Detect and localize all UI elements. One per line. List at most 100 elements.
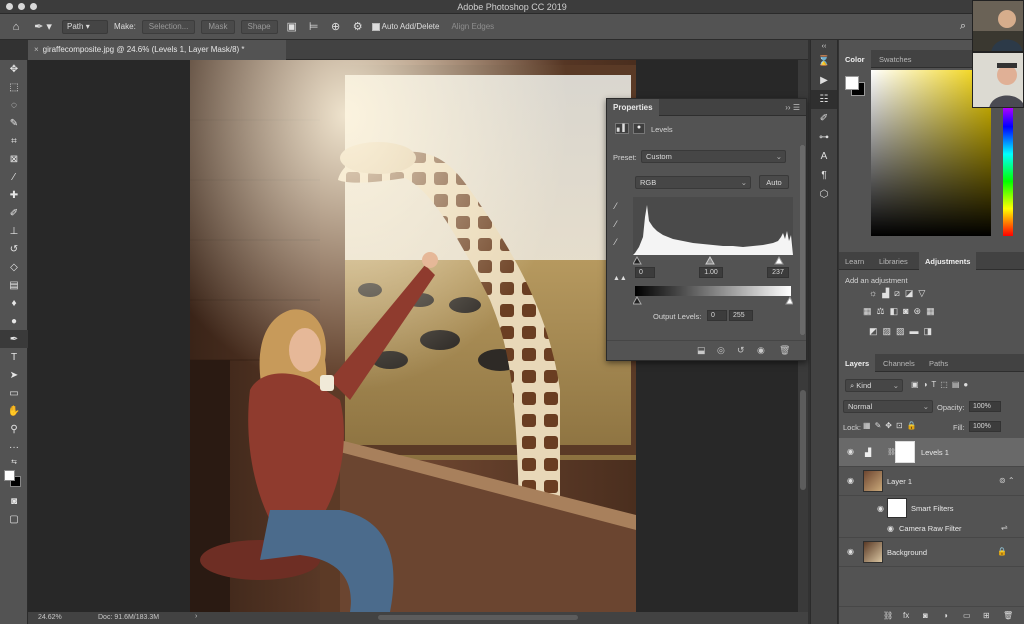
hand-tool-icon[interactable]: ✋ bbox=[0, 402, 28, 420]
link-layers-icon[interactable]: ⛓ bbox=[883, 611, 893, 620]
shape-button[interactable]: Shape bbox=[240, 19, 278, 34]
properties-scroll-thumb[interactable] bbox=[800, 145, 805, 335]
smart-filter-mask-thumbnail[interactable] bbox=[887, 498, 907, 518]
vertical-scroll-thumb[interactable] bbox=[800, 390, 806, 490]
vibrance-icon[interactable]: ▽ bbox=[918, 288, 930, 298]
layer-row-smart-filters[interactable]: ◉ Smart Filters bbox=[839, 496, 1024, 520]
lasso-tool-icon[interactable]: ◌ bbox=[0, 96, 28, 114]
close-icon[interactable]: × bbox=[34, 45, 39, 54]
pen-tool-icon[interactable]: ✒ bbox=[0, 330, 28, 348]
layer-thumbnail[interactable] bbox=[863, 541, 883, 563]
frame-tool-icon[interactable]: ⊠ bbox=[0, 150, 28, 168]
history-icon[interactable]: ⌛ bbox=[811, 52, 837, 71]
healing-brush-tool-icon[interactable]: ✚ bbox=[0, 186, 28, 204]
quick-selection-tool-icon[interactable]: ✎ bbox=[0, 114, 28, 132]
swap-colors-icon[interactable]: ⇆ bbox=[0, 456, 28, 468]
new-group-icon[interactable]: ▭ bbox=[963, 611, 971, 620]
path-alignment-icon[interactable]: ⊨ bbox=[306, 20, 322, 33]
foreground-color-swatch[interactable] bbox=[4, 470, 15, 481]
tab-learn[interactable]: Learn bbox=[839, 252, 870, 270]
channel-select[interactable]: RGB ⌄ bbox=[635, 176, 751, 189]
clone-stamp-tool-icon[interactable]: ⊥ bbox=[0, 222, 28, 240]
home-icon[interactable]: ⌂ bbox=[8, 21, 24, 33]
actions-play-icon[interactable]: ▶ bbox=[811, 71, 837, 90]
more-tools-icon[interactable]: ··· bbox=[0, 438, 28, 456]
filter-toggle-icon[interactable]: ● bbox=[963, 380, 972, 389]
color-swatch-foreground[interactable] bbox=[845, 76, 859, 90]
new-adjustment-layer-icon[interactable]: ◑ bbox=[943, 611, 948, 620]
pixel-filter-icon[interactable]: ▣ bbox=[911, 380, 923, 389]
type-tool-icon[interactable]: T bbox=[0, 348, 28, 366]
visibility-eye-icon[interactable]: ◉ bbox=[757, 345, 765, 356]
new-layer-icon[interactable]: ⊞ bbox=[983, 611, 990, 620]
input-levels-slider[interactable] bbox=[633, 255, 793, 265]
layer-name[interactable]: Levels 1 bbox=[921, 448, 949, 457]
preset-select[interactable]: Custom ⌄ bbox=[641, 150, 786, 163]
zoom-level[interactable]: 24.62% bbox=[38, 614, 62, 621]
marquee-tool-icon[interactable]: ⬚ bbox=[0, 78, 28, 96]
document-canvas[interactable] bbox=[190, 60, 636, 612]
color-lookup-icon[interactable]: ▦ bbox=[926, 306, 940, 316]
screen-mode-icon[interactable]: ▢ bbox=[0, 510, 28, 528]
layer-row-camera-raw-filter[interactable]: ◉ Camera Raw Filter ⇌ bbox=[839, 520, 1024, 538]
channel-mixer-icon[interactable]: ⊛ bbox=[914, 306, 927, 316]
fill-field[interactable]: 100% bbox=[969, 421, 1001, 432]
path-arrangement-icon[interactable]: ⊕ bbox=[328, 20, 344, 33]
add-mask-icon[interactable]: ◙ bbox=[923, 611, 928, 620]
selection-button[interactable]: Selection... bbox=[141, 19, 196, 34]
tab-swatches[interactable]: Swatches bbox=[873, 50, 918, 68]
shape-filter-icon[interactable]: ⬚ bbox=[940, 380, 952, 389]
blend-mode-select[interactable]: Normal ⌄ bbox=[843, 400, 933, 413]
layer-row-layer-1[interactable]: ◉ Layer 1 ⊚ ⌃ bbox=[839, 467, 1024, 496]
clip-to-layer-icon[interactable]: ⬓ bbox=[697, 345, 706, 356]
visibility-eye-icon[interactable]: ◉ bbox=[877, 504, 884, 513]
eyedropper-tool-icon[interactable]: ⁄ bbox=[0, 168, 28, 186]
blur-tool-icon[interactable]: ♦ bbox=[0, 294, 28, 312]
document-tab[interactable]: × giraffecomposite.jpg @ 24.6% (Levels 1,… bbox=[28, 40, 286, 60]
pen-mode-select[interactable]: Path ▾ bbox=[62, 19, 108, 34]
input-gamma-field[interactable]: 1.00 bbox=[699, 267, 723, 278]
search-icon[interactable]: ⌕ bbox=[955, 20, 971, 33]
clipping-warning-icon[interactable]: ▲▲ bbox=[613, 275, 627, 282]
properties-tab[interactable]: Properties bbox=[607, 99, 659, 116]
smart-object-filter-icon[interactable]: ▤ bbox=[952, 380, 964, 389]
3d-cube-icon[interactable]: ⬡ bbox=[811, 185, 837, 204]
tab-adjustments[interactable]: Adjustments bbox=[919, 252, 977, 270]
trash-icon[interactable]: 🗑 bbox=[1003, 611, 1013, 620]
visibility-eye-icon[interactable]: ◉ bbox=[847, 447, 854, 456]
layer-row-levels[interactable]: ◉ ▟ ⛓ Levels 1 bbox=[839, 438, 1024, 467]
path-operations-icon[interactable]: ▣ bbox=[284, 20, 300, 33]
eraser-tool-icon[interactable]: ◇ bbox=[0, 258, 28, 276]
trash-icon[interactable]: 🗑 bbox=[779, 345, 790, 356]
quick-mask-icon[interactable]: ◙ bbox=[0, 492, 28, 510]
levels-icon[interactable]: ▟ bbox=[882, 288, 894, 298]
lock-all-icon[interactable]: 🔒 bbox=[907, 421, 921, 430]
filter-options-icon[interactable]: ⇌ bbox=[1001, 523, 1008, 532]
history-brush-tool-icon[interactable]: ↺ bbox=[0, 240, 28, 258]
black-white-icon[interactable]: ◧ bbox=[890, 306, 904, 316]
layer-name[interactable]: Camera Raw Filter bbox=[899, 524, 962, 533]
output-black-field[interactable]: 0 bbox=[707, 310, 727, 321]
threshold-icon[interactable]: ▨ bbox=[896, 326, 910, 336]
curves-icon[interactable]: ⧄ bbox=[894, 288, 905, 298]
pen-tool-preset-icon[interactable]: ✒ ▾ bbox=[30, 20, 56, 33]
move-tool-icon[interactable]: ✥ bbox=[0, 60, 28, 78]
tab-channels[interactable]: Channels bbox=[877, 354, 921, 372]
gradient-map-icon[interactable]: ▬ bbox=[910, 326, 924, 336]
view-previous-state-icon[interactable]: ◎ bbox=[717, 345, 725, 356]
gear-icon[interactable]: ⚙ bbox=[350, 20, 366, 33]
fx-icon[interactable]: fx bbox=[903, 611, 909, 620]
tab-layers[interactable]: Layers bbox=[839, 354, 876, 372]
input-black-field[interactable]: 0 bbox=[635, 267, 655, 278]
exposure-icon[interactable]: ◪ bbox=[905, 288, 919, 298]
layer-row-background[interactable]: ◉ Background 🔒 bbox=[839, 538, 1024, 567]
color-balance-icon[interactable]: ⚖ bbox=[877, 306, 890, 316]
foreground-background-swatch[interactable] bbox=[0, 468, 28, 492]
selective-color-icon[interactable]: ◨ bbox=[924, 326, 938, 336]
paragraph-icon[interactable]: ¶ bbox=[811, 166, 837, 185]
gradient-tool-icon[interactable]: ▤ bbox=[0, 276, 28, 294]
zoom-tool-icon[interactable]: ⚲ bbox=[0, 420, 28, 438]
crop-tool-icon[interactable]: ⌗ bbox=[0, 132, 28, 150]
lock-transparent-icon[interactable]: ▦ bbox=[863, 421, 875, 430]
hue-saturation-icon[interactable]: ▦ bbox=[863, 306, 877, 316]
